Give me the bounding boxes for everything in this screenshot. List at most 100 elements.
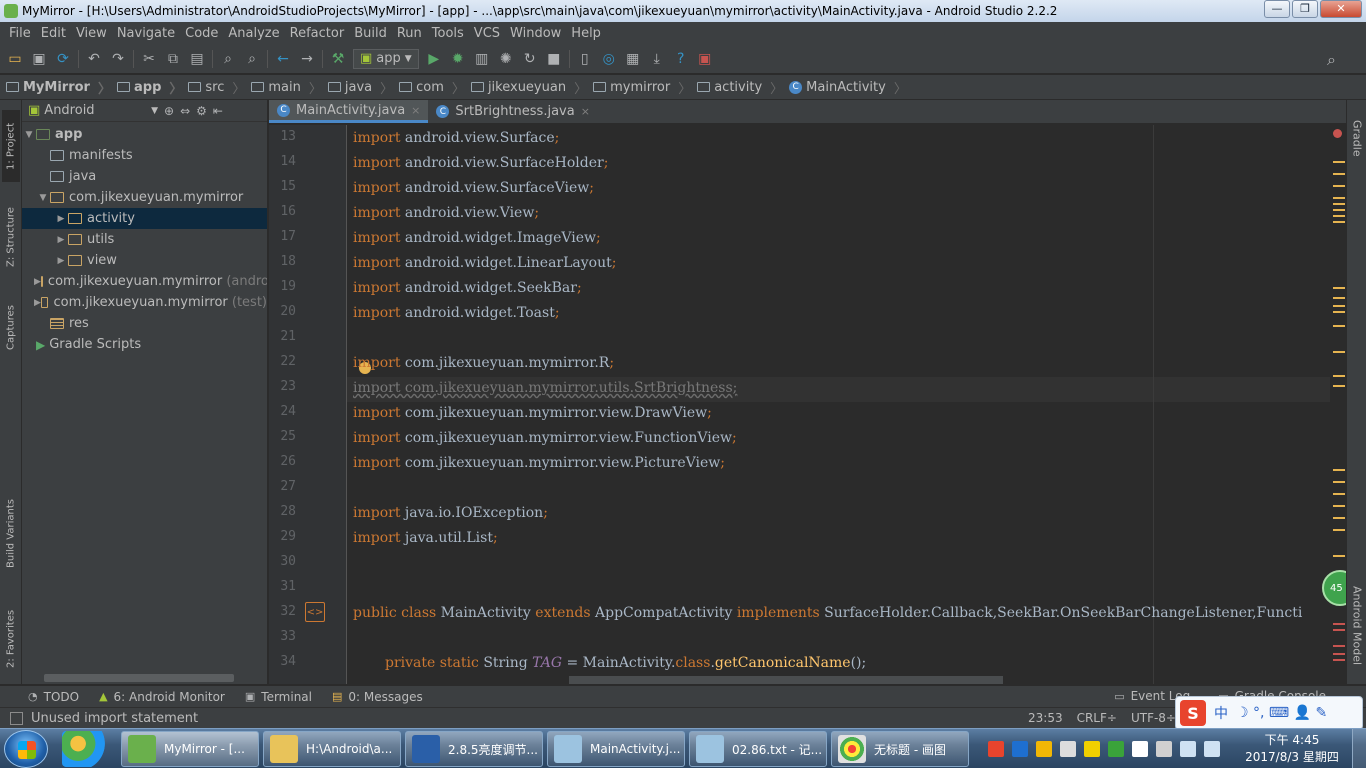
network-icon[interactable] xyxy=(1180,741,1196,757)
tab-build-variants[interactable]: Build Variants xyxy=(2,492,20,576)
tree-item-package-test[interactable]: ▶ com.jikexueyuan.mymirror (test) xyxy=(22,292,267,313)
project-horizontal-scrollbar[interactable] xyxy=(44,674,234,682)
menu-file[interactable]: File xyxy=(4,26,36,41)
warning-mark[interactable] xyxy=(1333,197,1345,199)
stop-icon[interactable]: ■ xyxy=(545,50,563,68)
error-mark[interactable] xyxy=(1333,645,1345,647)
ime-toolbar[interactable]: S 中 ☽ °, ⌨ 👤 ✎ xyxy=(1175,696,1363,730)
back-icon[interactable]: ← xyxy=(274,50,292,68)
ime-mode[interactable]: 中 xyxy=(1214,703,1228,723)
maximize-button[interactable]: ❐ xyxy=(1292,0,1318,18)
open-folder-icon[interactable]: ▭ xyxy=(6,50,24,68)
expanded-arrow-icon[interactable]: ▼ xyxy=(36,193,50,203)
breadcrumb-item[interactable]: C MainActivity 〉 xyxy=(789,78,913,97)
warning-mark[interactable] xyxy=(1333,505,1345,507)
gradle-sync-icon[interactable]: ◎ xyxy=(600,50,618,68)
tab-gradle[interactable]: Gradle xyxy=(1348,108,1366,168)
avd-manager-icon[interactable]: ▯ xyxy=(576,50,594,68)
caret-position[interactable]: 23:53 xyxy=(1028,711,1063,725)
breadcrumb-item[interactable]: mymirror 〉 xyxy=(593,78,697,97)
project-view-select[interactable]: ▣ Android ▼ xyxy=(28,103,158,118)
warning-mark[interactable] xyxy=(1333,351,1345,353)
error-mark[interactable] xyxy=(1333,623,1345,625)
display-icon[interactable] xyxy=(1060,741,1076,757)
paste-icon[interactable]: ▤ xyxy=(188,50,206,68)
tab-android-model[interactable]: Android Model xyxy=(1348,576,1366,676)
tree-item-java[interactable]: java xyxy=(22,166,267,187)
editor-horizontal-scrollbar[interactable] xyxy=(569,676,1003,684)
implement-method-icon[interactable]: <> xyxy=(305,602,325,622)
breadcrumb-item[interactable]: activity 〉 xyxy=(697,78,789,97)
task-paint[interactable]: 无标题 - 画图 xyxy=(831,731,969,767)
task-explorer[interactable]: H:\Android\a... xyxy=(263,731,401,767)
redo-icon[interactable]: ↷ xyxy=(109,50,127,68)
error-mark[interactable] xyxy=(1333,629,1345,631)
collapsed-arrow-icon[interactable]: ▶ xyxy=(54,235,68,245)
menu-build[interactable]: Build xyxy=(349,26,392,41)
collapsed-arrow-icon[interactable]: ▶ xyxy=(54,256,68,266)
gear-icon[interactable]: ⚙ xyxy=(196,104,207,118)
usb-icon[interactable] xyxy=(1156,741,1172,757)
warning-mark[interactable] xyxy=(1333,385,1345,387)
volume-icon[interactable] xyxy=(1204,741,1220,757)
warning-mark[interactable] xyxy=(1333,221,1345,223)
clock[interactable]: 下午 4:45 2017/8/3 星期四 xyxy=(1244,732,1340,766)
run-config-select[interactable]: ▣ app ▼ xyxy=(353,48,419,69)
breadcrumb-item[interactable]: jikexueyuan 〉 xyxy=(470,78,593,97)
star-icon[interactable] xyxy=(1036,741,1052,757)
tree-item-view[interactable]: ▶ view xyxy=(22,250,267,271)
warning-mark[interactable] xyxy=(1333,325,1345,327)
code-area[interactable]: import android.view.Surface; import andr… xyxy=(353,125,1326,684)
pinned-app-icon[interactable] xyxy=(62,731,108,767)
sdk-manager-icon[interactable]: ⤓ xyxy=(648,50,666,68)
collapsed-arrow-icon[interactable]: ▶ xyxy=(34,277,41,287)
attach-debugger-icon[interactable]: ✺ xyxy=(497,50,515,68)
shield-icon[interactable] xyxy=(1108,741,1124,757)
error-indicator-icon[interactable] xyxy=(1333,129,1342,138)
warning-mark[interactable] xyxy=(1333,469,1345,471)
warning-mark[interactable] xyxy=(1333,493,1345,495)
expanded-arrow-icon[interactable]: ▼ xyxy=(22,130,36,140)
task-notepad-main[interactable]: MainActivity.j... xyxy=(547,731,685,767)
show-desktop-button[interactable] xyxy=(1352,729,1366,768)
breadcrumb-item[interactable]: MyMirror 〉 xyxy=(6,78,117,97)
tool-terminal[interactable]: ▣ Terminal xyxy=(245,690,312,704)
close-tab-icon[interactable]: × xyxy=(411,104,420,117)
tool-messages[interactable]: ▤ 0: Messages xyxy=(332,690,423,704)
breadcrumb-item[interactable]: com 〉 xyxy=(399,78,471,97)
error-mark[interactable] xyxy=(1333,653,1345,655)
menu-help[interactable]: Help xyxy=(566,26,606,41)
tree-item-utils[interactable]: ▶ utils xyxy=(22,229,267,250)
scroll-from-source-icon[interactable]: ⊕ xyxy=(164,104,174,118)
make-project-icon[interactable]: ⚒ xyxy=(329,50,347,68)
menu-code[interactable]: Code xyxy=(180,26,223,41)
security-icon[interactable] xyxy=(1084,741,1100,757)
menu-tools[interactable]: Tools xyxy=(427,26,469,41)
help-icon[interactable]: ? xyxy=(672,50,690,68)
menu-run[interactable]: Run xyxy=(392,26,427,41)
file-encoding[interactable]: UTF-8÷ xyxy=(1131,711,1176,725)
warning-mark[interactable] xyxy=(1333,311,1345,313)
breadcrumb-item[interactable]: main 〉 xyxy=(251,78,328,97)
debug-icon[interactable]: ✹ xyxy=(449,50,467,68)
warning-mark[interactable] xyxy=(1333,305,1345,307)
minimize-button[interactable]: — xyxy=(1264,0,1290,18)
tab-favorites[interactable]: 2: Favorites xyxy=(2,600,20,678)
close-tab-icon[interactable]: × xyxy=(581,105,590,118)
device-monitor-icon[interactable]: ▣ xyxy=(696,50,714,68)
bluetooth-icon[interactable] xyxy=(1132,741,1148,757)
menu-window[interactable]: Window xyxy=(505,26,566,41)
sogou-logo-icon[interactable]: S xyxy=(1180,700,1206,726)
network-share-icon[interactable] xyxy=(1012,741,1028,757)
task-notepad-txt[interactable]: 02.86.txt - 记... xyxy=(689,731,827,767)
warning-mark[interactable] xyxy=(1333,297,1345,299)
tab-main-activity[interactable]: C MainActivity.java × xyxy=(269,100,429,123)
warning-mark[interactable] xyxy=(1333,555,1345,557)
tree-item-package-androidtest[interactable]: ▶ com.jikexueyuan.mymirror (andro xyxy=(22,271,267,292)
warning-mark[interactable] xyxy=(1333,203,1345,205)
tab-captures[interactable]: Captures xyxy=(2,296,20,360)
sogou-tray-icon[interactable] xyxy=(988,741,1004,757)
apply-changes-icon[interactable]: ↻ xyxy=(521,50,539,68)
menu-vcs[interactable]: VCS xyxy=(469,26,505,41)
tool-android-monitor[interactable]: ▲ 6: Android Monitor xyxy=(99,690,225,704)
